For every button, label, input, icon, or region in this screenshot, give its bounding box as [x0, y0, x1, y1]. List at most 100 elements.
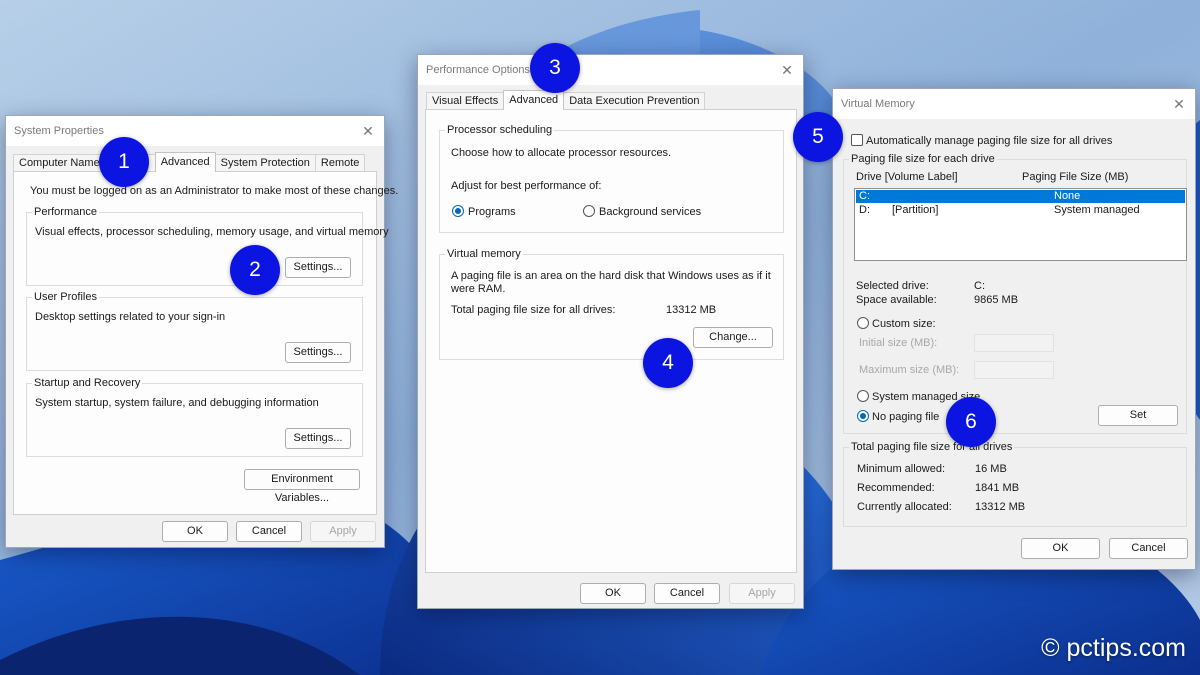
tab-system-protection[interactable]: System Protection: [214, 154, 316, 172]
maximum-size-label: Maximum size (MB):: [859, 364, 960, 376]
step-badge-6: 6: [946, 397, 996, 447]
recommended-value: 1841 MB: [975, 482, 1020, 494]
programs-label[interactable]: Programs: [468, 206, 516, 218]
recommended-label: Recommended:: [857, 482, 935, 494]
virtual-memory-dialog: Virtual Memory ✕ Automatically manage pa…: [832, 88, 1196, 570]
space-available-value: 9865 MB: [974, 294, 1019, 306]
startup-recovery-settings-button[interactable]: Settings...: [285, 428, 351, 449]
tab-visual-effects[interactable]: Visual Effects: [426, 92, 505, 110]
watermark: © pctips.com: [1041, 634, 1186, 663]
total-paging-group: Total paging file size for all drives Mi…: [843, 441, 1187, 527]
programs-radio[interactable]: [452, 205, 464, 217]
user-profiles-group: User Profiles Desktop settings related t…: [26, 291, 363, 371]
total-paging-label: Total paging file size for all drives:: [451, 304, 616, 316]
background-services-label[interactable]: Background services: [599, 206, 701, 218]
drive-letter: D:: [859, 204, 870, 216]
close-icon[interactable]: ✕: [779, 55, 795, 85]
size-column-header: Paging File Size (MB): [1022, 171, 1129, 183]
custom-size-label[interactable]: Custom size:: [872, 318, 936, 330]
user-profiles-settings-button[interactable]: Settings...: [285, 342, 351, 363]
selected-drive-label: Selected drive:: [856, 280, 929, 292]
drive-paging-size: System managed: [1054, 204, 1140, 216]
minimum-allowed-value: 16 MB: [975, 463, 1007, 475]
step-badge-4: 4: [643, 338, 693, 388]
virtual-memory-change-button[interactable]: Change...: [693, 327, 773, 348]
performance-options-dialog: Performance Options ✕ Visual Effects Adv…: [417, 54, 804, 609]
startup-recovery-group: Startup and Recovery System startup, sys…: [26, 377, 363, 457]
environment-variables-button[interactable]: Environment Variables...: [244, 469, 360, 504]
user-profiles-heading: User Profiles: [32, 291, 99, 303]
virtual-memory-heading: Virtual memory: [445, 248, 523, 260]
startup-recovery-heading: Startup and Recovery: [32, 377, 143, 389]
system-properties-ok-button[interactable]: OK: [162, 521, 228, 542]
step-badge-5: 5: [793, 112, 843, 162]
auto-manage-label[interactable]: Automatically manage paging file size fo…: [866, 135, 1112, 147]
performance-description: Visual effects, processor scheduling, me…: [35, 226, 389, 238]
virtual-memory-cancel-button[interactable]: Cancel: [1109, 538, 1188, 559]
total-paging-heading: Total paging file size for all drives: [849, 441, 1015, 453]
paging-file-group: Paging file size for each drive Drive [V…: [843, 153, 1187, 434]
system-properties-apply-button[interactable]: Apply: [310, 521, 376, 542]
performance-options-ok-button[interactable]: OK: [580, 583, 646, 604]
watermark-text: pctips.com: [1066, 634, 1186, 662]
performance-options-apply-button[interactable]: Apply: [729, 583, 795, 604]
performance-options-titlebar[interactable]: Performance Options ✕: [418, 55, 803, 85]
tab-advanced[interactable]: Advanced: [503, 90, 565, 110]
total-paging-value: 13312 MB: [666, 304, 717, 316]
close-icon[interactable]: ✕: [360, 116, 376, 146]
processor-scheduling-heading: Processor scheduling: [445, 124, 555, 136]
performance-options-cancel-button[interactable]: Cancel: [654, 583, 720, 604]
tab-computer-name[interactable]: Computer Name: [13, 154, 106, 172]
adjust-performance-text: Adjust for best performance of:: [451, 180, 602, 192]
virtual-memory-titlebar[interactable]: Virtual Memory ✕: [833, 89, 1195, 119]
system-properties-cancel-button[interactable]: Cancel: [236, 521, 302, 542]
virtual-memory-group: Virtual memory A paging file is an area …: [439, 248, 784, 360]
initial-size-input[interactable]: [974, 334, 1054, 352]
performance-options-advanced-page: Processor scheduling Choose how to alloc…: [425, 109, 797, 573]
drive-list-row[interactable]: D: [Partition] System managed: [856, 204, 1185, 217]
system-properties-advanced-page: You must be logged on as an Administrato…: [13, 171, 398, 515]
drive-volume-label: [Partition]: [892, 204, 939, 216]
admin-note: You must be logged on as an Administrato…: [30, 185, 399, 197]
drive-list[interactable]: C: None D: [Partition] System managed: [854, 188, 1187, 261]
custom-size-radio[interactable]: [857, 317, 869, 329]
close-icon[interactable]: ✕: [1171, 89, 1187, 119]
background-services-radio[interactable]: [583, 205, 595, 217]
currently-allocated-label: Currently allocated:: [857, 501, 952, 513]
system-properties-dialog: System Properties ✕ Computer Name Advanc…: [5, 115, 398, 548]
drive-column-header: Drive [Volume Label]: [856, 171, 958, 183]
selected-drive-value: C:: [974, 280, 985, 292]
no-paging-file-label[interactable]: No paging file: [872, 411, 939, 423]
performance-options-tabs: Visual Effects Advanced Data Execution P…: [426, 90, 706, 110]
drive-list-row[interactable]: C: None: [856, 190, 1185, 203]
virtual-memory-description-line2: were RAM.: [451, 283, 506, 295]
drive-letter: C:: [859, 190, 870, 202]
set-button[interactable]: Set: [1098, 405, 1178, 426]
auto-manage-checkbox[interactable]: [851, 134, 863, 146]
processor-scheduling-group: Processor scheduling Choose how to alloc…: [439, 124, 784, 233]
step-badge-1: 1: [99, 137, 149, 187]
currently-allocated-value: 13312 MB: [975, 501, 1026, 513]
system-properties-title: System Properties: [14, 125, 104, 137]
virtual-memory-title: Virtual Memory: [841, 98, 915, 110]
paging-file-heading: Paging file size for each drive: [849, 153, 997, 165]
startup-recovery-description: System startup, system failure, and debu…: [35, 397, 319, 409]
system-properties-titlebar[interactable]: System Properties ✕: [6, 116, 384, 146]
system-managed-radio[interactable]: [857, 390, 869, 402]
space-available-label: Space available:: [856, 294, 937, 306]
no-paging-file-radio[interactable]: [857, 410, 869, 422]
minimum-allowed-label: Minimum allowed:: [857, 463, 946, 475]
performance-group: Performance Visual effects, processor sc…: [26, 206, 389, 286]
maximum-size-input[interactable]: [974, 361, 1054, 379]
tab-data-execution-prevention[interactable]: Data Execution Prevention: [563, 92, 706, 110]
tab-remote[interactable]: Remote: [314, 154, 366, 172]
copyright-icon: ©: [1041, 634, 1060, 662]
processor-scheduling-text: Choose how to allocate processor resourc…: [451, 147, 672, 159]
performance-options-title: Performance Options: [426, 64, 530, 76]
tab-advanced[interactable]: Advanced: [154, 152, 216, 172]
step-badge-2: 2: [230, 245, 280, 295]
performance-settings-button[interactable]: Settings...: [285, 257, 351, 278]
virtual-memory-ok-button[interactable]: OK: [1021, 538, 1100, 559]
user-profiles-description: Desktop settings related to your sign-in: [35, 311, 226, 323]
performance-heading: Performance: [32, 206, 99, 218]
